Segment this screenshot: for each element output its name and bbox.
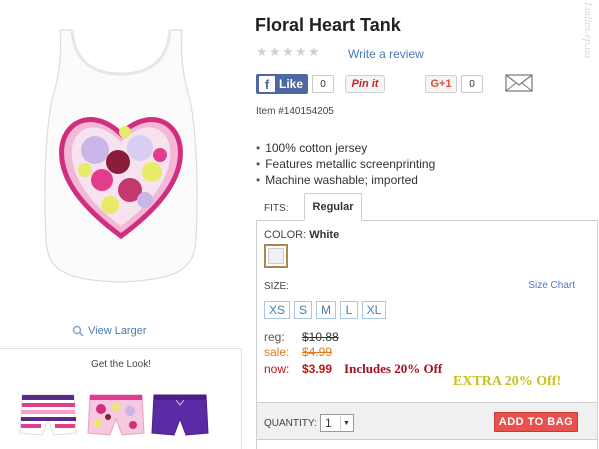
product-title: Floral Heart Tank	[255, 15, 401, 35]
chevron-down-icon: ▼	[340, 416, 352, 430]
regular-price-row: reg: $10.88	[264, 330, 339, 344]
feature-item: Features metallic screenprinting	[256, 156, 435, 172]
quantity-select[interactable]: 1 ▼	[320, 414, 354, 432]
sale-label: sale:	[264, 345, 290, 359]
star-icon: ★	[256, 44, 268, 59]
floral-shorts-thumbnail[interactable]	[86, 389, 146, 443]
write-review-link[interactable]: Write a review	[348, 47, 424, 61]
rating-stars[interactable]: ★ ★ ★ ★ ★	[256, 44, 320, 59]
now-label: now:	[264, 362, 290, 376]
magnifier-icon	[72, 325, 84, 337]
size-options: XS S M L XL	[264, 301, 386, 319]
selected-color: White	[309, 229, 340, 241]
item-number: Item #140154205	[256, 106, 334, 117]
quantity-value: 1	[325, 416, 332, 430]
tab-regular[interactable]: Regular	[304, 193, 362, 221]
now-price-row: now: $3.99 Includes 20% Off	[264, 361, 442, 377]
size-s-button[interactable]: S	[294, 301, 312, 319]
purchase-bar: QUANTITY: 1 ▼ ADD TO BAG	[256, 402, 598, 440]
like-label: Like	[279, 77, 304, 91]
email-icon[interactable]	[505, 73, 533, 93]
feature-list: 100% cotton jersey Features metallic scr…	[256, 140, 435, 188]
color-swatch-white[interactable]	[264, 244, 288, 268]
sale-price-row: sale: $4.99	[264, 345, 332, 359]
size-xs-button[interactable]: XS	[264, 301, 290, 319]
feature-item: Machine washable; imported	[256, 172, 435, 188]
reg-label: reg:	[264, 330, 285, 344]
google-plus-button[interactable]: G+1	[425, 75, 457, 93]
feature-item: 100% cotton jersey	[256, 140, 435, 156]
pinit-button[interactable]: Pin it	[345, 75, 385, 93]
product-image[interactable]	[0, 0, 242, 318]
color-label-text: COLOR:	[264, 229, 307, 241]
facebook-icon: f	[259, 76, 275, 92]
purple-shorts-thumbnail[interactable]	[150, 389, 210, 443]
get-the-look-title: Get the Look!	[90, 359, 152, 370]
view-larger-link[interactable]: View Larger	[72, 325, 147, 337]
add-to-bag-button[interactable]: ADD TO BAG	[494, 412, 578, 432]
fits-label: FITS:	[264, 203, 289, 214]
view-larger-label: View Larger	[88, 325, 147, 337]
facebook-like-button[interactable]: f Like	[256, 74, 308, 94]
extra-promo-badge: EXTRA 20% Off!	[453, 374, 562, 389]
star-icon: ★	[295, 44, 307, 59]
get-the-look-panel: Get the Look!	[0, 348, 242, 449]
size-label: SIZE:	[264, 281, 290, 292]
gplus-count: 0	[461, 75, 483, 93]
striped-shorts-thumbnail[interactable]	[18, 389, 78, 443]
star-icon: ★	[269, 44, 281, 59]
like-count: 0	[312, 75, 334, 93]
size-m-button[interactable]: M	[316, 301, 336, 319]
size-xl-button[interactable]: XL	[362, 301, 386, 319]
color-label: COLOR: White	[264, 229, 339, 241]
now-price: $3.99	[302, 362, 333, 376]
star-icon: ★	[308, 44, 320, 59]
quantity-label: QUANTITY:	[264, 418, 317, 429]
size-l-button[interactable]: L	[340, 301, 358, 319]
fits-tabs: FITS: Regular	[256, 193, 598, 221]
size-chart-link[interactable]: Size Chart	[528, 280, 575, 291]
promo-text: Includes 20% Off	[344, 361, 443, 376]
sale-price: $4.99	[302, 345, 333, 359]
reg-price: $10.88	[302, 330, 339, 344]
watermark: Ladies.ep.ua	[582, 2, 594, 59]
star-icon: ★	[282, 44, 294, 59]
